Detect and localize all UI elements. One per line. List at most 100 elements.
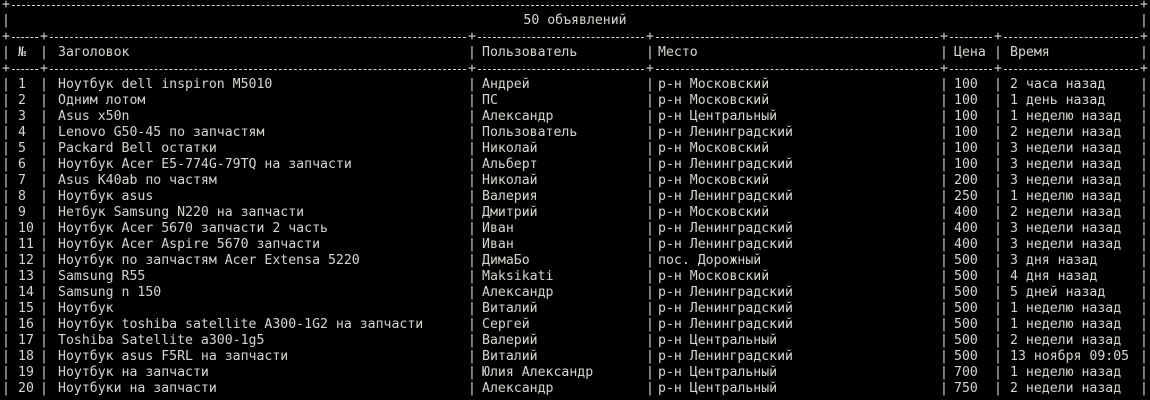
column-divider: | bbox=[40, 189, 48, 204]
column-divider: | bbox=[40, 365, 48, 380]
table-row: | | | | | | | 11 Ноутбук Acer Aspire 5670 запчас… bbox=[0, 237, 1150, 253]
cell-num: 15 bbox=[18, 301, 34, 316]
column-divider: | bbox=[40, 253, 48, 268]
cell-num: 3 bbox=[18, 109, 26, 124]
cell-num: 14 bbox=[18, 285, 34, 300]
cell-place: р-н Московский bbox=[658, 205, 770, 220]
column-divider: | bbox=[1140, 141, 1148, 156]
column-header-price: Цена bbox=[954, 45, 986, 60]
column-divider: | bbox=[940, 381, 948, 396]
column-divider: | bbox=[40, 285, 48, 300]
cell-title: Ноутбук bbox=[58, 301, 114, 316]
cell-user: ПС bbox=[482, 93, 498, 108]
column-divider: | bbox=[940, 253, 948, 268]
cell-price: 100 bbox=[954, 141, 978, 156]
column-divider: | bbox=[994, 189, 1002, 204]
column-divider: | bbox=[2, 365, 10, 380]
table-row: | | | | | | | 20 Ноутбуки на запчасти Александр р-… bbox=[0, 381, 1150, 397]
cell-user: ДимаБо bbox=[482, 253, 530, 268]
cell-title: Samsung n 150 bbox=[58, 285, 162, 300]
cell-time: 13 ноября 09:05 bbox=[1010, 349, 1130, 364]
column-divider: | bbox=[40, 333, 48, 348]
cell-user: Александр bbox=[482, 109, 554, 124]
column-divider: | bbox=[468, 269, 476, 284]
cell-place: р-н Ленинградский bbox=[658, 125, 793, 140]
column-divider: | bbox=[468, 221, 476, 236]
column-divider: | bbox=[994, 365, 1002, 380]
column-divider: | bbox=[994, 269, 1002, 284]
column-divider: | bbox=[646, 237, 654, 252]
column-divider: | bbox=[646, 189, 654, 204]
table-row: | | | | | | | 13 Samsung R55 Maksikati р-н Московс… bbox=[0, 269, 1150, 285]
column-divider: | bbox=[468, 301, 476, 316]
cell-price: 500 bbox=[954, 285, 978, 300]
column-divider: | bbox=[940, 269, 948, 284]
column-divider: | bbox=[940, 157, 948, 172]
cell-title: Asus K40ab по частям bbox=[58, 173, 217, 188]
column-divider: | bbox=[40, 317, 48, 332]
cell-title: Ноутбук по запчастям Acer Extensa 5220 bbox=[58, 253, 360, 268]
cell-num: 4 bbox=[18, 125, 26, 140]
column-divider: | bbox=[40, 237, 48, 252]
column-divider: | bbox=[40, 93, 48, 108]
cell-num: 5 bbox=[18, 141, 26, 156]
cell-time: 3 недели назад bbox=[1010, 141, 1122, 156]
cell-price: 400 bbox=[954, 221, 978, 236]
column-divider: | bbox=[994, 221, 1002, 236]
column-divider: | bbox=[468, 317, 476, 332]
column-divider: | bbox=[1140, 189, 1148, 204]
cell-place: р-н Ленинградский bbox=[658, 189, 793, 204]
column-divider: | bbox=[468, 365, 476, 380]
cell-user: Иван bbox=[482, 237, 514, 252]
column-header-user: Пользователь bbox=[482, 45, 578, 60]
cell-place: р-н Центральный bbox=[658, 381, 778, 396]
column-divider: | bbox=[468, 333, 476, 348]
column-divider: | bbox=[40, 157, 48, 172]
table-row: | | | | | | | 17 Toshiba Satellite a300-1g5 Валер… bbox=[0, 333, 1150, 349]
cell-num: 1 bbox=[18, 77, 26, 92]
cell-user: Maksikati bbox=[482, 269, 554, 284]
column-divider: | bbox=[2, 125, 10, 140]
cell-time: 3 дня назад bbox=[1010, 253, 1098, 268]
column-divider: | bbox=[468, 349, 476, 364]
column-divider: | bbox=[646, 285, 654, 300]
column-divider: | bbox=[646, 109, 654, 124]
cell-title: Ноутбук asus F5RL на запчасти bbox=[58, 349, 289, 364]
column-divider: | bbox=[994, 349, 1002, 364]
column-divider: | bbox=[2, 93, 10, 108]
cell-time: 3 недели назад bbox=[1010, 157, 1122, 172]
cell-time: 2 недели назад bbox=[1010, 125, 1122, 140]
column-divider: | bbox=[940, 221, 948, 236]
cell-place: р-н Московский bbox=[658, 141, 770, 156]
cell-num: 2 bbox=[18, 93, 26, 108]
column-divider: | bbox=[2, 141, 10, 156]
cell-price: 400 bbox=[954, 237, 978, 252]
cell-title: Ноутбук Acer E5-774G-79TQ на запчасти bbox=[58, 157, 352, 172]
column-divider: | bbox=[940, 237, 948, 252]
column-divider: | bbox=[2, 317, 10, 332]
cell-num: 6 bbox=[18, 157, 26, 172]
cell-title: Toshiba Satellite a300-1g5 bbox=[58, 333, 265, 348]
table-row: | | | | | | | 16 Ноутбук toshiba satellite A300-… bbox=[0, 317, 1150, 333]
cell-price: 700 bbox=[954, 365, 978, 380]
column-divider: | bbox=[940, 141, 948, 156]
column-divider: | bbox=[646, 77, 654, 92]
column-divider: | bbox=[940, 93, 948, 108]
cell-num: 12 bbox=[18, 253, 34, 268]
column-divider: | bbox=[646, 381, 654, 396]
cell-user: Александр bbox=[482, 285, 554, 300]
column-divider: | bbox=[994, 125, 1002, 140]
cell-num: 16 bbox=[18, 317, 34, 332]
column-divider: | bbox=[646, 93, 654, 108]
cell-num: 19 bbox=[18, 365, 34, 380]
column-divider: | bbox=[994, 285, 1002, 300]
column-divider: | bbox=[40, 77, 48, 92]
column-divider: | bbox=[940, 301, 948, 316]
cell-place: р-н Ленинградский bbox=[658, 221, 793, 236]
column-divider: | bbox=[994, 77, 1002, 92]
cell-title: Samsung R55 bbox=[58, 269, 146, 284]
cell-time: 2 часа назад bbox=[1010, 77, 1106, 92]
table-row: | | | | | | | 2 Одним лотом ПС р-н Московский 100 1 … bbox=[0, 93, 1150, 109]
column-divider: | bbox=[940, 317, 948, 332]
column-divider: | bbox=[994, 173, 1002, 188]
